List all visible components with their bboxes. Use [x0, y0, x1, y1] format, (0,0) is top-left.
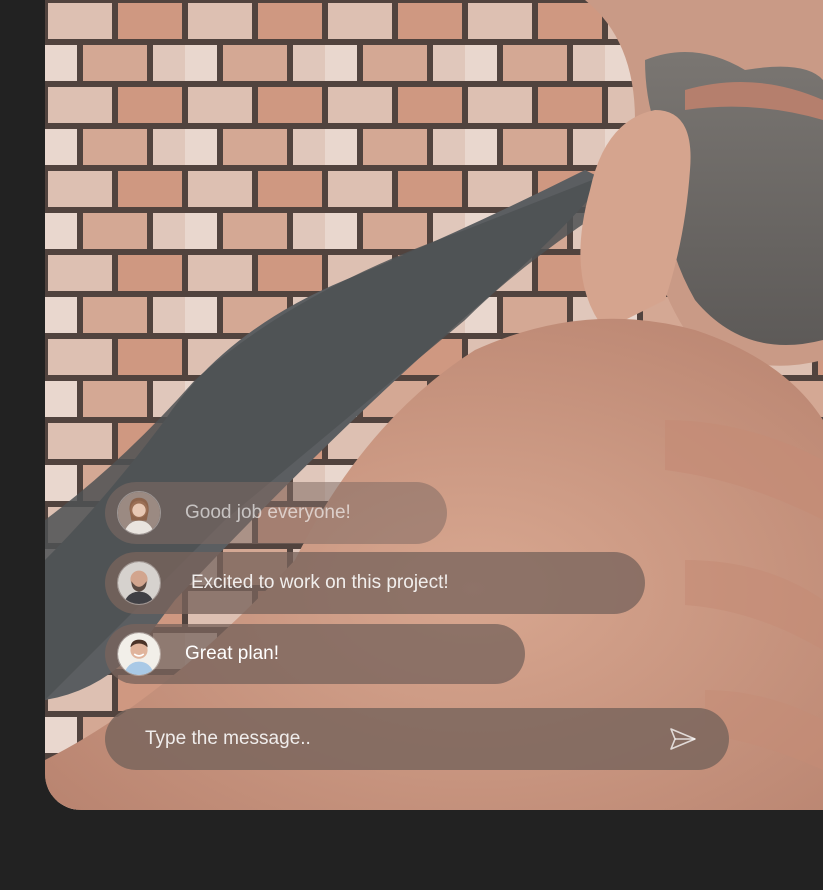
- chat-message: Good job everyone!: [105, 482, 447, 544]
- send-button[interactable]: [663, 719, 703, 759]
- woman-avatar: [117, 491, 161, 535]
- send-icon: [670, 728, 696, 750]
- chat-message-text: Excited to work on this project!: [191, 572, 449, 593]
- message-input[interactable]: [145, 728, 663, 750]
- video-feed: [45, 0, 823, 810]
- chat-message: Excited to work on this project!: [105, 552, 645, 614]
- chat-message-text: Good job everyone!: [185, 502, 351, 523]
- chat-message-text: Great plan!: [185, 643, 279, 664]
- chat-message: Great plan!: [105, 624, 525, 684]
- bearded-man-avatar: [117, 561, 161, 605]
- message-composer: [105, 708, 729, 770]
- smiling-man-avatar: [117, 632, 161, 676]
- participant-video-image: [45, 0, 823, 810]
